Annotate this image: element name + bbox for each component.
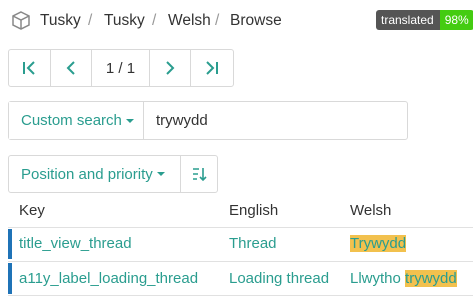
breadcrumb-current: Browse — [230, 12, 282, 29]
translated-badge[interactable]: translated 98% — [376, 10, 473, 30]
search-mode-label: Custom search — [21, 112, 122, 129]
row-2-english[interactable]: Loading thread — [229, 268, 329, 290]
caret-down-icon — [125, 118, 134, 123]
row-2-welsh-prefix: Llwytho — [350, 270, 406, 287]
sort-bar: Position and priority — [8, 155, 218, 193]
row-2-welsh[interactable]: Llwytho trywydd — [350, 268, 457, 290]
sort-by-dropdown[interactable]: Position and priority — [9, 156, 181, 192]
search-input[interactable] — [144, 102, 407, 139]
sort-direction-button[interactable] — [181, 156, 217, 192]
breadcrumb-project[interactable]: Tusky — [40, 10, 81, 32]
breadcrumb-separator: / — [152, 12, 157, 29]
row-1-key[interactable]: title_view_thread — [19, 233, 132, 255]
previous-page-button[interactable] — [51, 50, 93, 86]
breadcrumb-component[interactable]: Tusky — [104, 10, 145, 32]
column-header-welsh: Welsh — [350, 202, 392, 219]
divider — [8, 227, 473, 228]
row-marker — [8, 229, 12, 259]
divider — [8, 295, 473, 296]
chevron-left-icon — [66, 61, 75, 75]
sort-by-label: Position and priority — [21, 165, 153, 183]
first-page-icon — [23, 61, 36, 75]
badge-label: translated — [376, 10, 440, 30]
last-page-icon — [206, 61, 219, 75]
column-header-english: English — [229, 202, 279, 219]
chevron-right-icon — [166, 61, 175, 75]
row-1-search-match: Trywydd — [350, 235, 407, 252]
sort-ascending-icon — [193, 168, 207, 182]
next-page-button[interactable] — [150, 50, 192, 86]
weblate-logo-icon — [10, 10, 32, 32]
caret-down-icon — [156, 172, 165, 176]
breadcrumb-separator: / — [88, 12, 93, 29]
pager: 1 / 1 — [8, 49, 234, 87]
row-1-english[interactable]: Thread — [229, 233, 277, 255]
divider — [8, 261, 473, 262]
search-mode-dropdown[interactable]: Custom search — [9, 102, 144, 139]
row-2-search-match: trywydd — [405, 270, 457, 287]
row-1-welsh[interactable]: Trywydd — [350, 233, 407, 255]
breadcrumb-separator: / — [215, 12, 220, 29]
row-marker — [8, 263, 12, 294]
column-header-key: Key — [19, 202, 45, 219]
breadcrumb-language[interactable]: Welsh — [168, 10, 211, 32]
last-page-button[interactable] — [191, 50, 233, 86]
badge-value: 98% — [439, 10, 473, 30]
first-page-button[interactable] — [9, 50, 51, 86]
search-bar: Custom search — [8, 101, 408, 140]
row-2-key[interactable]: a11y_label_loading_thread — [19, 268, 198, 290]
page-indicator: 1 / 1 — [92, 50, 150, 86]
